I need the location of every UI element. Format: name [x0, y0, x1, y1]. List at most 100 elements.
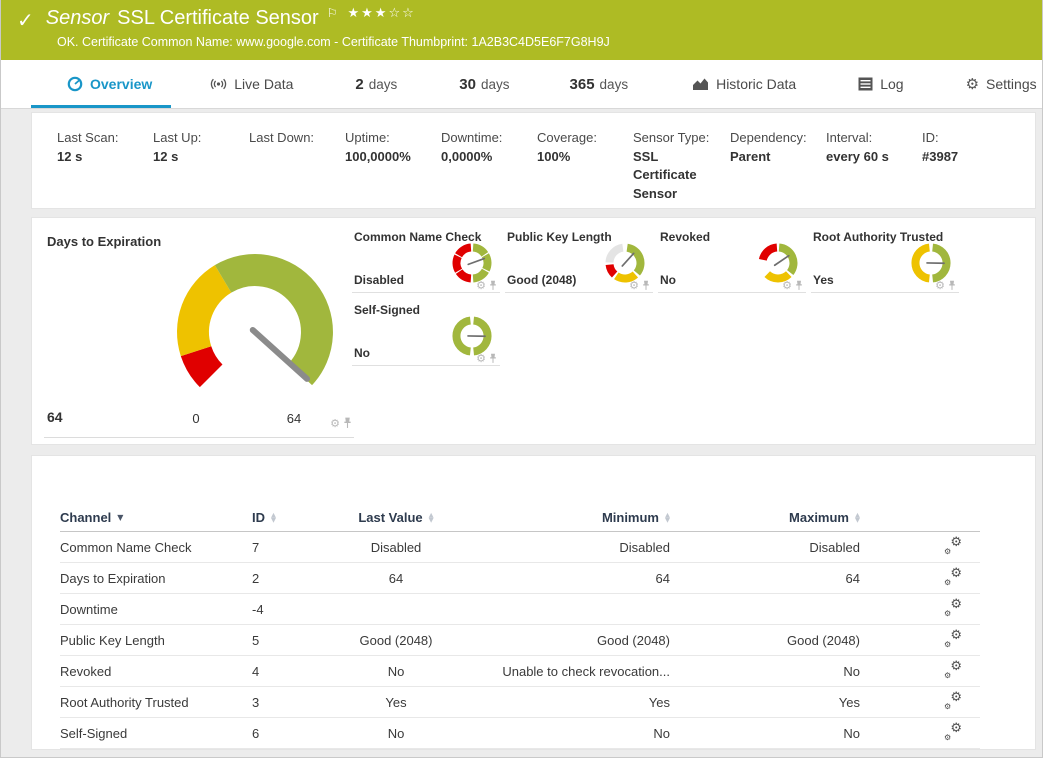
small-gauge [603, 241, 647, 285]
gauge-settings-gear-icon[interactable]: ⚙ [476, 280, 486, 291]
live-data-icon [210, 76, 227, 92]
info-last-scan: Last Scan:12 s [57, 129, 153, 208]
gauge-common-name-check[interactable]: Common Name Check Disabled ⚙ [352, 225, 500, 293]
gauge-settings-gear-icon[interactable]: ⚙ [330, 418, 340, 429]
channel-settings-icon[interactable]: ⚙⚙ [944, 569, 962, 585]
gauge-root-authority-trusted[interactable]: Root Authority Trusted Yes ⚙ [811, 225, 959, 293]
column-header-id[interactable]: ID▲▼ [252, 510, 322, 525]
cell-channel: Revoked [60, 664, 252, 679]
object-kind-label: Sensor [46, 7, 109, 30]
cell-channel: Self-Signed [60, 726, 252, 741]
cell-id: 6 [252, 726, 322, 741]
gauge-scale-max: 64 [280, 411, 308, 426]
channel-settings-icon[interactable]: ⚙⚙ [944, 600, 962, 616]
cell-minimum: No [470, 726, 670, 741]
channel-settings-icon[interactable]: ⚙⚙ [944, 724, 962, 740]
channel-settings-icon[interactable]: ⚙⚙ [944, 631, 962, 647]
sort-icon: ▲▼ [855, 513, 860, 523]
gauge-self-signed[interactable]: Self-Signed No ⚙ [352, 298, 500, 366]
channels-table-panel: Channel▼ ID▲▼ Last Value▲▼ Minimum▲▼ Max… [31, 455, 1036, 750]
info-id: ID:#3987 [922, 129, 1018, 208]
active-tab-underline [31, 105, 171, 108]
gear-icon: ⚙ [966, 75, 979, 93]
priority-stars[interactable]: ★★★☆☆ [347, 6, 415, 21]
tab-30-days[interactable]: 30 days [459, 76, 509, 93]
small-gauges-grid: Common Name Check Disabled ⚙ Public Key … [352, 225, 959, 371]
tab-number: 365 [570, 76, 595, 93]
cell-maximum: Good (2048) [670, 633, 860, 648]
gauge-public-key-length[interactable]: Public Key Length Good (2048) ⚙ [505, 225, 653, 293]
gauges-panel: Days to Expiration 64 0 64 ⚙ Common Name… [31, 217, 1036, 445]
tab-log[interactable]: Log [858, 76, 903, 92]
gauge-pin-icon[interactable] [343, 417, 352, 429]
tab-label: Live Data [234, 76, 293, 92]
info-downtime: Downtime:0,0000% [441, 129, 537, 208]
table-row: Days to Expiration 2 64 64 64 ⚙⚙ [60, 563, 980, 594]
cell-last-value: 64 [322, 571, 470, 586]
cell-last-value: Disabled [322, 540, 470, 555]
channel-settings-icon[interactable]: ⚙⚙ [944, 538, 962, 554]
sort-icon: ▲▼ [429, 513, 434, 523]
tab-label: Overview [90, 76, 152, 92]
gauge-pin-icon[interactable] [795, 280, 803, 291]
cell-last-value: Good (2048) [322, 633, 470, 648]
cell-maximum: No [670, 726, 860, 741]
column-header-maximum[interactable]: Maximum▲▼ [670, 510, 860, 525]
gauge-pin-icon[interactable] [489, 353, 497, 364]
gauge-pin-icon[interactable] [489, 280, 497, 291]
column-header-channel[interactable]: Channel▼ [60, 510, 252, 525]
small-gauge [450, 241, 494, 285]
info-interval: Interval:every 60 s [826, 129, 922, 208]
tab-label: Historic Data [716, 76, 796, 92]
cell-channel: Common Name Check [60, 540, 252, 555]
gauge-settings-gear-icon[interactable]: ⚙ [935, 280, 945, 291]
gauge-days-to-expiration[interactable]: Days to Expiration 64 0 64 ⚙ [44, 231, 354, 438]
channel-settings-icon[interactable]: ⚙⚙ [944, 662, 962, 678]
cell-maximum: 64 [670, 571, 860, 586]
tab-live-data[interactable]: Live Data [210, 76, 293, 92]
cell-channel: Days to Expiration [60, 571, 252, 586]
tab-settings[interactable]: ⚙ Settings [966, 75, 1037, 93]
tab-label: days [481, 77, 510, 92]
cell-id: 4 [252, 664, 322, 679]
tab-label: Settings [986, 76, 1037, 92]
gauge-settings-gear-icon[interactable]: ⚙ [629, 280, 639, 291]
cell-last-value: No [322, 664, 470, 679]
column-header-minimum[interactable]: Minimum▲▼ [470, 510, 670, 525]
gauge-pin-icon[interactable] [948, 280, 956, 291]
gauge-pin-icon[interactable] [642, 280, 650, 291]
tab-365-days[interactable]: 365 days [570, 76, 629, 93]
info-sensor-type: Sensor Type:SSL Certificate Sensor [633, 129, 730, 208]
tab-overview[interactable]: Overview [67, 76, 152, 92]
cell-id: -4 [252, 602, 322, 617]
cell-last-value: Yes [322, 695, 470, 710]
info-last-down: Last Down: [249, 129, 345, 208]
sensor-status-message: OK. Certificate Common Name: www.google.… [57, 35, 610, 49]
column-header-last-value[interactable]: Last Value▲▼ [322, 510, 470, 525]
cell-channel: Downtime [60, 602, 252, 617]
channel-settings-icon[interactable]: ⚙⚙ [944, 693, 962, 709]
tab-historic-data[interactable]: Historic Data [692, 76, 796, 92]
tab-label: days [369, 77, 398, 92]
gauge-settings-gear-icon[interactable]: ⚙ [782, 280, 792, 291]
cell-minimum: Unable to check revocation... [470, 664, 670, 679]
gauge-settings-gear-icon[interactable]: ⚙ [476, 353, 486, 364]
log-icon [858, 77, 873, 91]
cell-channel: Root Authority Trusted [60, 695, 252, 710]
table-row: Root Authority Trusted 3 Yes Yes Yes ⚙⚙ [60, 687, 980, 718]
cell-id: 3 [252, 695, 322, 710]
channels-table: Channel▼ ID▲▼ Last Value▲▼ Minimum▲▼ Max… [60, 504, 980, 749]
table-row: Self-Signed 6 No No No ⚙⚙ [60, 718, 980, 749]
gauge-value: 64 [47, 409, 63, 425]
gauge-value: Disabled [354, 273, 404, 287]
cell-channel: Public Key Length [60, 633, 252, 648]
gauge-revoked[interactable]: Revoked No ⚙ [658, 225, 806, 293]
cell-minimum: 64 [470, 571, 670, 586]
tab-2-days[interactable]: 2 days [355, 76, 397, 93]
info-last-up: Last Up:12 s [153, 129, 249, 208]
cell-minimum: Disabled [470, 540, 670, 555]
sort-desc-icon: ▼ [117, 513, 123, 522]
chart-icon [692, 77, 709, 92]
priority-flag-icon[interactable]: ⚐ [327, 6, 338, 20]
tab-number: 2 [355, 76, 363, 93]
